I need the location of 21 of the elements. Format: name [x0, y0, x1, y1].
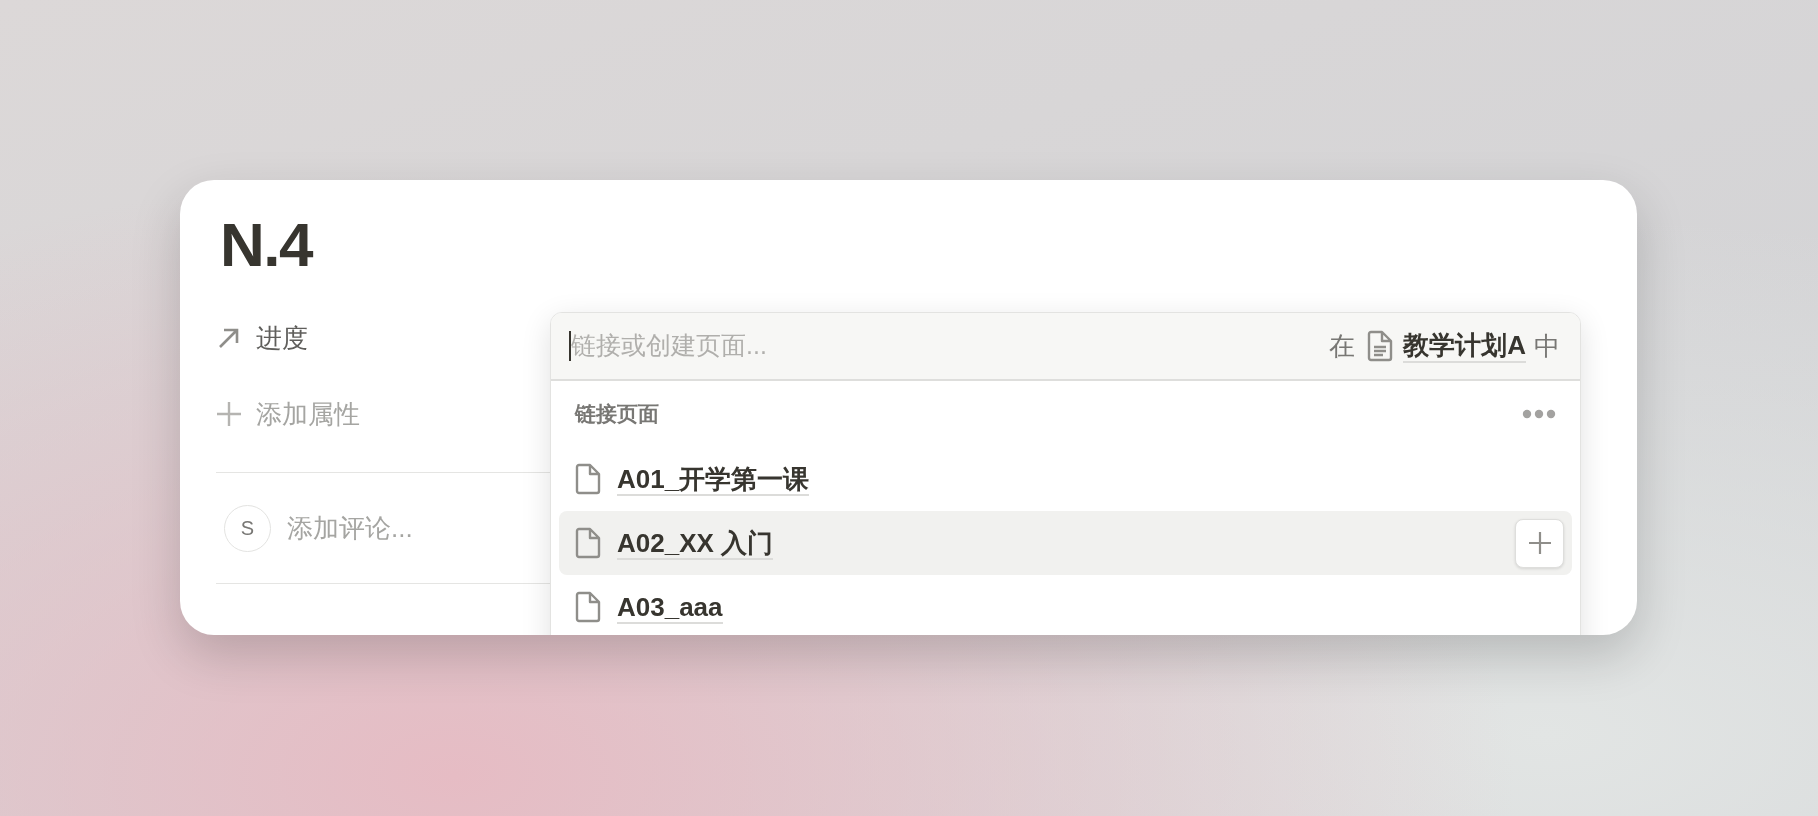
plus-icon: [216, 401, 242, 427]
text-cursor: [569, 331, 571, 361]
document-icon: [575, 591, 601, 623]
scope-text: 在: [1329, 329, 1356, 363]
page-list-item[interactable]: A03_aaa: [559, 575, 1572, 635]
page-title: N.4: [220, 209, 312, 281]
document-icon: [575, 527, 601, 559]
page-title-link[interactable]: A03_aaa: [617, 591, 1564, 623]
page-title-link[interactable]: A02_XX 入门: [617, 527, 1499, 559]
property-label[interactable]: 进度: [256, 318, 308, 358]
add-button[interactable]: [1515, 518, 1564, 568]
page-list-item[interactable]: A01_开学第一课: [559, 447, 1572, 511]
document-icon: [575, 463, 601, 495]
more-icon[interactable]: [1522, 409, 1556, 419]
scope-text: 中: [1534, 329, 1560, 363]
section-heading: 链接页面: [575, 401, 659, 428]
page-list-item[interactable]: A02_XX 入门: [559, 511, 1572, 575]
page-title-link[interactable]: A01_开学第一课: [617, 463, 1564, 495]
scope-page-link[interactable]: 教学计划A: [1403, 329, 1526, 363]
plus-icon: [1527, 531, 1552, 555]
document-icon: [1367, 330, 1394, 362]
